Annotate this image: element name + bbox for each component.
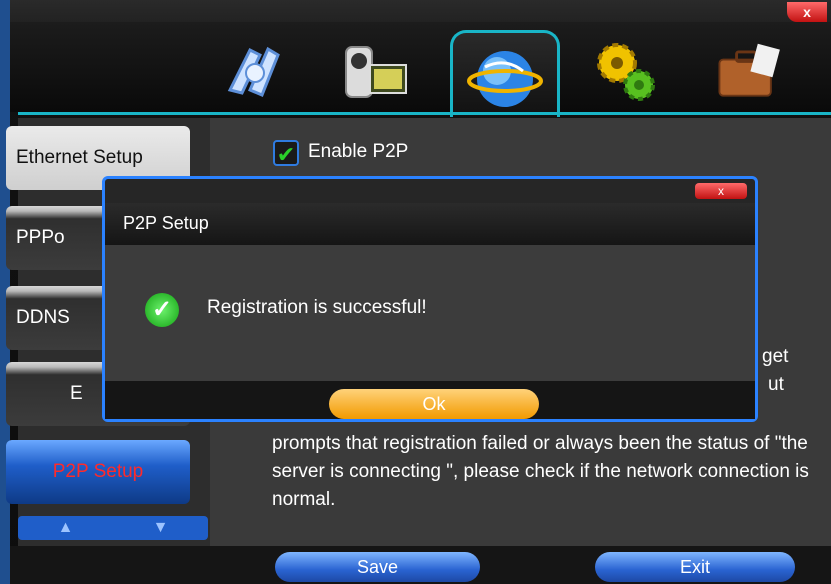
dialog-title: P2P Setup: [123, 213, 209, 233]
camcorder-icon: [345, 46, 407, 98]
tab-record[interactable]: [335, 30, 415, 110]
sidebar-item-label: DDNS: [16, 307, 70, 328]
exit-button[interactable]: Exit: [595, 552, 795, 582]
dialog-close-button[interactable]: x: [695, 183, 747, 199]
p2p-setup-dialog: x P2P Setup ✓ Registration is successful…: [102, 176, 758, 422]
dialog-footer: Ok: [105, 381, 755, 419]
window-close-button[interactable]: x: [787, 2, 827, 22]
partial-text: get: [762, 346, 789, 367]
globe-network-icon: [467, 51, 543, 107]
ok-button[interactable]: Ok: [329, 389, 539, 419]
enable-p2p-checkbox[interactable]: ✔: [273, 140, 299, 167]
scroll-up-button[interactable]: ▲: [18, 516, 113, 540]
info-text: prompts that registration failed or alwa…: [272, 433, 809, 510]
tab-settings[interactable]: [584, 30, 664, 110]
tab-divider: [18, 112, 831, 115]
sidebar-item-label: P2P Setup: [52, 461, 144, 482]
tab-camera-film[interactable]: [215, 30, 295, 110]
sidebar-item-label: E: [70, 383, 83, 404]
check-icon: ✔: [276, 142, 296, 167]
sidebar-scroll: ▲ ▼: [18, 516, 208, 540]
dialog-message: Registration is successful!: [207, 297, 427, 318]
scroll-down-button[interactable]: ▼: [113, 516, 208, 540]
success-check-icon: ✓: [145, 293, 179, 327]
tab-info[interactable]: [708, 30, 788, 110]
tab-network[interactable]: [450, 30, 560, 117]
enable-p2p-label: Enable P2P: [308, 141, 409, 162]
sidebar-item-label: Ethernet Setup: [16, 147, 143, 168]
gears-icon: [597, 43, 655, 101]
briefcase-icon: [718, 43, 780, 97]
partial-text: ut: [768, 374, 784, 395]
save-button[interactable]: Save: [275, 552, 480, 582]
dialog-header: P2P Setup: [105, 203, 755, 246]
camera-film-icon: [227, 46, 280, 97]
sidebar-item-label: PPPo: [16, 227, 65, 248]
sidebar-item-p2p-setup[interactable]: P2P Setup: [6, 440, 190, 504]
dialog-body: ✓ Registration is successful!: [105, 245, 755, 381]
